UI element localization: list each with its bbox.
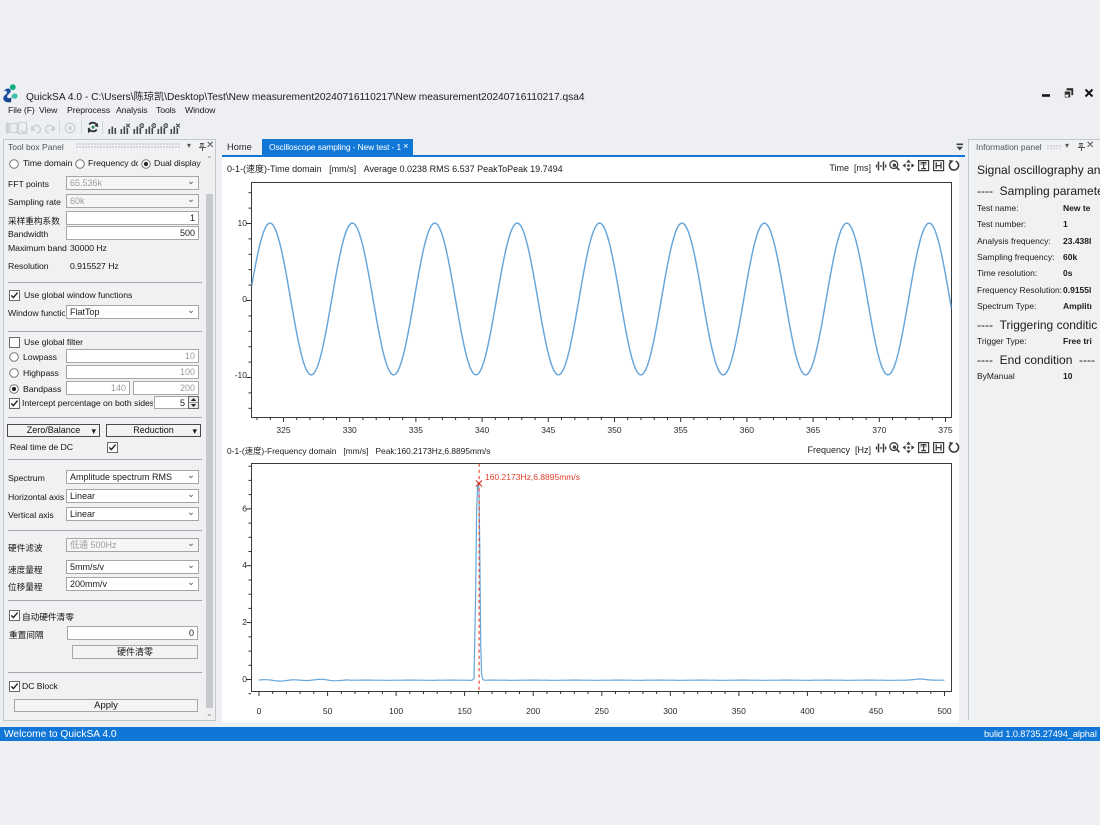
- svg-text:335: 335: [409, 425, 423, 435]
- svg-text:365: 365: [806, 425, 820, 435]
- svg-text:100: 100: [389, 706, 403, 716]
- svg-text:450: 450: [869, 706, 883, 716]
- svg-text:0: 0: [242, 674, 247, 684]
- svg-text:200: 200: [526, 706, 540, 716]
- svg-text:Time [ms]: Time [ms]: [829, 163, 871, 173]
- svg-text:345: 345: [541, 425, 555, 435]
- svg-text:330: 330: [343, 425, 357, 435]
- svg-text:2: 2: [242, 617, 247, 627]
- svg-text:370: 370: [872, 425, 886, 435]
- svg-text:150: 150: [458, 706, 472, 716]
- svg-text:160.2173Hz,6.8895mm/s: 160.2173Hz,6.8895mm/s: [485, 472, 580, 482]
- svg-text:300: 300: [663, 706, 677, 716]
- svg-text:50: 50: [323, 706, 333, 716]
- svg-text:355: 355: [674, 425, 688, 435]
- svg-text:0: 0: [242, 294, 247, 304]
- svg-text:Frequency [Hz]: Frequency [Hz]: [807, 445, 871, 455]
- svg-text:350: 350: [607, 425, 621, 435]
- svg-text:400: 400: [800, 706, 814, 716]
- svg-text:360: 360: [740, 425, 754, 435]
- svg-text:340: 340: [475, 425, 489, 435]
- svg-text:350: 350: [732, 706, 746, 716]
- svg-text:4: 4: [242, 560, 247, 570]
- svg-text:10: 10: [238, 218, 248, 228]
- svg-text:375: 375: [938, 425, 952, 435]
- svg-text:250: 250: [595, 706, 609, 716]
- svg-text:0: 0: [257, 706, 262, 716]
- svg-text:6: 6: [242, 503, 247, 513]
- svg-text:-10: -10: [235, 370, 248, 380]
- svg-text:0-1-(速度)-Frequency domain [m: 0-1-(速度)-Frequency domain [mm/s] Peak:16…: [227, 446, 490, 456]
- svg-text:0-1-(速度)-Time domain [mm/s]: 0-1-(速度)-Time domain [mm/s] Average 0.02…: [227, 163, 563, 174]
- svg-text:500: 500: [937, 706, 951, 716]
- svg-text:325: 325: [276, 425, 290, 435]
